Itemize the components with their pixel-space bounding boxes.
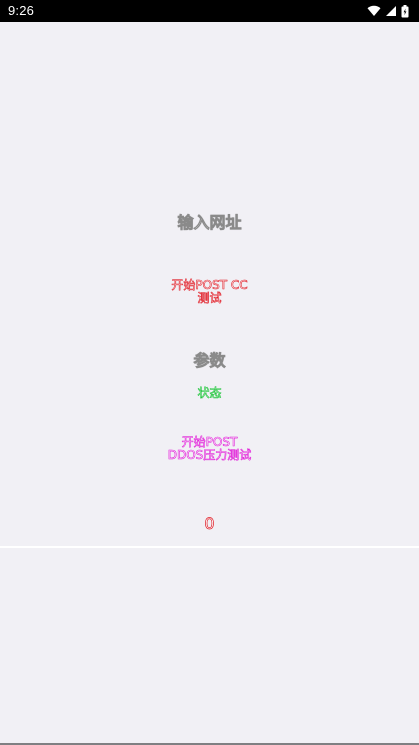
request-counter: 0	[204, 514, 215, 533]
cellular-signal-icon	[385, 5, 397, 17]
status-bar: 9:26	[0, 0, 419, 22]
url-input-placeholder: 输入网址	[177, 213, 242, 232]
start-post-ddos-test-button[interactable]: 开始POST DDOS压力测试	[0, 436, 419, 461]
post-cc-button-label-line2: 测试	[197, 290, 222, 305]
start-post-cc-test-button[interactable]: 开始POST CC 测试	[0, 279, 419, 304]
status-icons	[367, 4, 409, 18]
wifi-icon	[367, 5, 381, 17]
post-ddos-button-label-line2: DDOS压力测试	[167, 447, 252, 462]
battery-icon	[401, 4, 409, 18]
url-input[interactable]: 输入网址	[0, 213, 419, 232]
app-screen: 9:26 输入网址 开始POST CC 测试 参数 状态 开始POST DDOS…	[0, 0, 419, 745]
divider	[0, 546, 419, 548]
post-cc-button-label-line1: 开始POST CC	[171, 278, 248, 292]
params-input-placeholder: 参数	[193, 351, 226, 370]
status-time: 9:26	[8, 3, 35, 18]
post-ddos-button-label-line1: 开始POST	[181, 435, 238, 449]
status-label: 状态	[197, 386, 222, 400]
params-input[interactable]: 参数	[0, 351, 419, 370]
